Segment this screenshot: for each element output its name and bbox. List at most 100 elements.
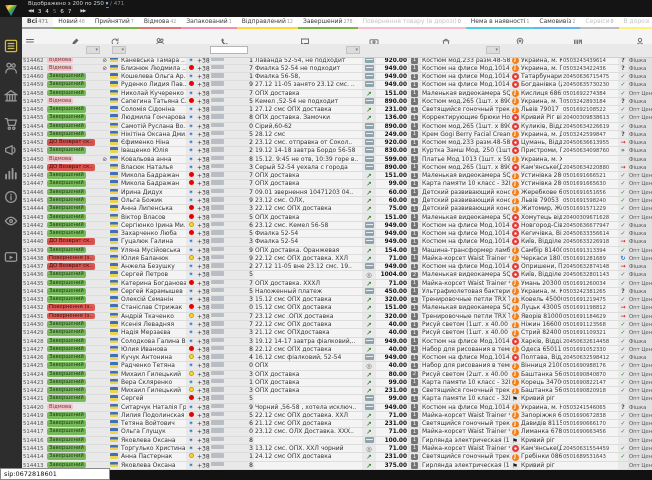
order-row[interactable]: 514449ДО Возврат ск..Власюк Наталья✶+383… — [22, 164, 652, 172]
payment-icon[interactable] — [369, 32, 379, 42]
order-row[interactable]: 514434ЗавершенийСергей Карамышев✶+385Нал… — [22, 288, 652, 296]
phone-mask — [211, 288, 224, 293]
order-row[interactable]: 514456ЗавершенийСоломія Сідоніна✶+38127.… — [22, 106, 652, 114]
order-status-cell: Завершений — [46, 230, 108, 237]
page-number-5[interactable]: 5 — [53, 9, 57, 15]
order-row[interactable]: 514458ЗавершенийНиколай Кучеренко✶+387ОП… — [22, 90, 652, 98]
sidebar-orders-list-icon[interactable] — [4, 38, 18, 52]
order-row[interactable]: 514454ЗавершенийСамотій Руслана Во..✶+38… — [22, 123, 652, 131]
order-row[interactable]: 514417ЗавершенийОльга Глущук✶+38023.12 с… — [22, 428, 652, 436]
order-row[interactable]: 514427ЗавершенийЮлия Иванова+38822.12 см… — [22, 346, 652, 354]
first-page-button[interactable]: ◀◀ — [28, 9, 33, 14]
order-row[interactable]: 514419ЗавершенийЛилия Подолинская+38522.… — [22, 412, 652, 420]
order-row[interactable]: 514428ЗавершенийСолодкова Галина В..✶+38… — [22, 338, 652, 346]
order-row[interactable]: 514421ЗавершенийСергей+38599.001Карта па… — [22, 395, 652, 403]
order-row[interactable]: 514446ЗавершенийИрина Дидух✶+38709.01 зв… — [22, 189, 652, 197]
location-icon[interactable] — [515, 32, 525, 42]
order-row[interactable]: 514439ЗавершенийУляна Мусійовська✶+389ОП… — [22, 247, 652, 255]
sidebar-users-icon[interactable] — [4, 60, 18, 74]
order-row[interactable]: 514432Повернення (з..Станіслав Стрижак+3… — [22, 304, 652, 312]
order-row[interactable]: 514455ЗавершенийЛюдмила Гончарова✶+388ОП… — [22, 114, 652, 122]
order-row[interactable]: 514451ЗавершенийІващенко Юлія✶+38219.12 … — [22, 147, 652, 155]
order-row[interactable]: 514442ЗавершенийСергіюнко Ірина Ми..+386… — [22, 222, 652, 230]
order-row[interactable]: 514450Відмова⊘Ковальова анна✶+38815.12. … — [22, 156, 652, 164]
order-row[interactable]: 514444ЗавершенийАнна Липенська+38322.12 … — [22, 205, 652, 213]
order-row[interactable]: 514414ЗавершенийАнна Пастернак+38124.12 … — [22, 453, 652, 461]
clients-icon[interactable] — [155, 32, 165, 42]
tab-сервіси[interactable]: Сервіси0 — [580, 17, 618, 29]
order-row[interactable]: 514448ЗавершенийМикола Бадражан+387ОПХ д… — [22, 172, 652, 180]
last-page-button[interactable]: ▶▶ — [80, 9, 85, 14]
filter-dropdown-product[interactable]: ▾ — [486, 46, 500, 54]
page-size-dropdown[interactable]: ▾ — [106, 1, 109, 8]
order-row[interactable]: 514441ЗавершенийЗахарченко Люба+385Фиалк… — [22, 230, 652, 238]
order-row[interactable]: 514425ЗавершенийРадченко Тетяна✶+380ОПХ◎… — [22, 362, 652, 370]
rows-icon[interactable] — [25, 32, 35, 42]
tab-самовивіз[interactable]: Самовивіз2 — [534, 17, 580, 29]
refresh-icon[interactable] — [110, 32, 120, 42]
tab-нема-в-наявності[interactable]: Нема в наявності1 — [466, 17, 535, 29]
order-row[interactable]: 514437ДО Возврат ск..Анжела Безушку✶+382… — [22, 263, 652, 271]
order-row[interactable]: 514413ЗавершенийЯковлева Оксана✶+388↗375… — [22, 462, 652, 470]
order-row[interactable]: 514457ВідмоваСапегина Татьяна С..+385Кем… — [22, 98, 652, 106]
products-icon[interactable] — [441, 32, 451, 42]
order-row[interactable]: 514445ЗавершенийОльга Божик✶+38923.12 см… — [22, 197, 652, 205]
status-edit-icon[interactable] — [70, 32, 80, 42]
tab-прийнятий[interactable]: Прийнятий7 — [90, 17, 139, 29]
sidebar-bank-icon[interactable] — [4, 88, 18, 102]
order-row[interactable]: 514430ЗавершенийКсенія Левадняя✶+38722.1… — [22, 321, 652, 329]
order-row[interactable]: 514436ЗавершенийСергей Петров✶+385◎1004.… — [22, 271, 652, 279]
phone-icon[interactable] — [220, 32, 230, 42]
sidebar-eye-icon[interactable] — [4, 213, 18, 227]
filter-dropdown-status[interactable]: ▾ — [86, 46, 100, 54]
tab-запакований[interactable]: Запакований1 — [181, 17, 236, 29]
sidebar-info-icon[interactable] — [4, 189, 18, 203]
tab-повернення-товару-в-дорозі-[interactable]: Повернення товару (в дорозі)0 — [358, 17, 466, 29]
tab-відправлений[interactable]: Відправлений12 — [237, 17, 298, 29]
order-row[interactable]: 514459ЗавершенийРуденко Лидия Пав..+3892… — [22, 81, 652, 89]
tab-в-дорозі-додому[interactable]: В дорозі додому0 — [619, 17, 652, 29]
order-row[interactable]: 514422ЗавершенийМихаил Гилецький+383ОПХ … — [22, 387, 652, 395]
order-row[interactable]: 514461Відмова⊘Близнюк Людмила ..+387Фиал… — [22, 65, 652, 73]
sidebar-chart-icon[interactable] — [4, 165, 18, 179]
page-number-7[interactable]: 7 — [68, 9, 72, 15]
order-row[interactable]: 514423ЗавершенийВера Скляренко✶+381ОПХ д… — [22, 379, 652, 387]
tracking-icon[interactable] — [573, 32, 583, 42]
tab-всі[interactable]: Всі471 — [22, 17, 53, 29]
page-number-6[interactable]: 6 — [60, 9, 64, 15]
sidebar-video-icon[interactable] — [4, 249, 18, 263]
order-row[interactable]: 514429ЗавершенийНадія Мерзаєва✶+38321.12… — [22, 329, 652, 337]
tab-завершений[interactable]: Завершений278 — [298, 17, 358, 29]
order-row[interactable]: 514462Відмова⊘Каневська Тамара ..✶+381Ла… — [22, 57, 652, 65]
order-row[interactable]: 514435ЗавершенийКатерина Богданова+387ОП… — [22, 280, 652, 288]
order-row[interactable]: 514420ВідмоваСитарчук Наталія Гр..✶+389Ч… — [22, 404, 652, 412]
order-row[interactable]: 514440ДО Возврат ск..Гуцалюк Галина✶+383… — [22, 238, 652, 246]
comments-icon[interactable] — [300, 32, 310, 42]
order-row[interactable]: 514424ЗавершенийМихаил Гилецький+383ОПХ … — [22, 371, 652, 379]
filter-search-input[interactable] — [210, 46, 248, 54]
page-number-3[interactable]: 3 — [38, 9, 42, 15]
app-logo-icon[interactable] — [4, 2, 18, 15]
order-total-cell: 99.00 — [376, 395, 408, 402]
order-row[interactable]: 514416ЗавершенийЯковлева Оксана✶+388100.… — [22, 437, 652, 445]
tab-відмова[interactable]: Відмова42 — [139, 17, 181, 29]
order-row[interactable]: 514443ЗавершенийВіктор Власов+385ОПХ дос… — [22, 214, 652, 222]
order-row[interactable]: 514415ЗавершенийТоргулько Христина..✶+38… — [22, 445, 652, 453]
filter-dropdown-payment[interactable]: ▾ — [346, 46, 360, 54]
order-row[interactable]: 514452ДО Возврат ск..Єфименко Ніна✶+3822… — [22, 139, 652, 147]
order-row[interactable]: 514460ЗавершенийКошелева Ольга Ар..✶+381… — [22, 73, 652, 81]
tab-новий[interactable]: Новий48 — [53, 17, 90, 29]
filter-dropdown-flag[interactable]: ▾ — [112, 46, 126, 54]
sidebar-megaphone-icon[interactable] — [4, 142, 18, 156]
source-tag-cell: Опт Центр — [628, 371, 652, 378]
sidebar-cart-icon[interactable] — [4, 116, 18, 130]
page-number-4[interactable]: 4 — [45, 9, 49, 15]
order-row[interactable]: 514453ЗавершенийНікітіна Оксана Дми..✶+3… — [22, 131, 652, 139]
manager-icon[interactable] — [635, 32, 645, 42]
order-row[interactable]: 514447ЗавершенийМикола Бадражан+387ОПХ д… — [22, 180, 652, 188]
order-row[interactable]: 514438Повернення (з..Юлия Баланюк+38922.… — [22, 255, 652, 263]
order-row[interactable]: 514418ЗавершенийТетяна Войтович✶+38621.1… — [22, 420, 652, 428]
order-row[interactable]: 514433ЗавершенийОлексій Семанін✶+38315.1… — [22, 296, 652, 304]
order-row[interactable]: 514431Повернення (з..Андрій Ткаченко+387… — [22, 313, 652, 321]
order-row[interactable]: 514426ЗавершенийКучук Антонина+38416.12 … — [22, 354, 652, 362]
